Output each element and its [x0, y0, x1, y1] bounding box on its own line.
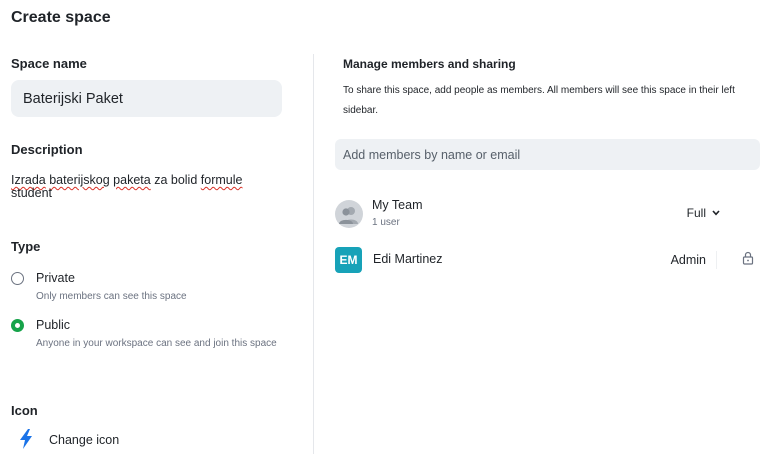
people-icon — [339, 207, 358, 224]
space-name-label: Space name — [11, 56, 87, 71]
user-avatar: EM — [335, 247, 362, 273]
panel-divider — [313, 54, 314, 454]
team-permission-value: Full — [686, 206, 706, 220]
space-name-input[interactable] — [11, 80, 282, 117]
add-members-input[interactable] — [335, 139, 760, 170]
public-description: Anyone in your workspace can see and joi… — [36, 338, 277, 349]
icon-label: Icon — [11, 403, 38, 418]
members-description: To share this space, add people as membe… — [343, 85, 735, 116]
public-radio[interactable] — [11, 319, 24, 332]
member-row-user: EM Edi Martinez Admin — [335, 247, 760, 283]
space-settings-panel: Space name Description Izrada baterijsko… — [11, 0, 286, 454]
members-title: Manage members and sharing — [343, 57, 516, 71]
team-user-count: 1 user — [372, 217, 400, 228]
team-avatar — [335, 200, 363, 228]
description-word: paketa — [113, 173, 151, 187]
chevron-down-icon — [712, 210, 720, 216]
description-input[interactable]: Izrada baterijskog paketa za bolid formu… — [11, 174, 276, 200]
public-label: Public — [36, 318, 71, 332]
description-word: formule — [200, 173, 243, 187]
description-word: student — [11, 186, 53, 200]
user-role: Admin — [670, 253, 706, 267]
user-name: Edi Martinez — [373, 252, 443, 266]
description-label: Description — [11, 142, 83, 157]
team-permission-dropdown[interactable]: Full — [687, 206, 720, 220]
lightning-bolt-icon[interactable] — [19, 429, 33, 449]
description-word: Izrada — [11, 173, 46, 187]
private-description: Only members can see this space — [36, 291, 187, 302]
description-word: bolid — [170, 173, 198, 187]
members-panel: Manage members and sharing To share this… — [335, 0, 760, 454]
private-radio[interactable] — [11, 272, 24, 285]
team-name: My Team — [372, 198, 423, 212]
description-word: baterijskog — [49, 173, 110, 187]
type-label: Type — [11, 239, 41, 254]
change-icon-button[interactable]: Change icon — [49, 433, 119, 447]
role-separator — [716, 251, 717, 269]
private-label: Private — [36, 271, 75, 285]
lock-icon — [742, 251, 754, 265]
description-word: za — [154, 173, 168, 187]
member-row-team: My Team 1 user Full — [335, 198, 760, 236]
